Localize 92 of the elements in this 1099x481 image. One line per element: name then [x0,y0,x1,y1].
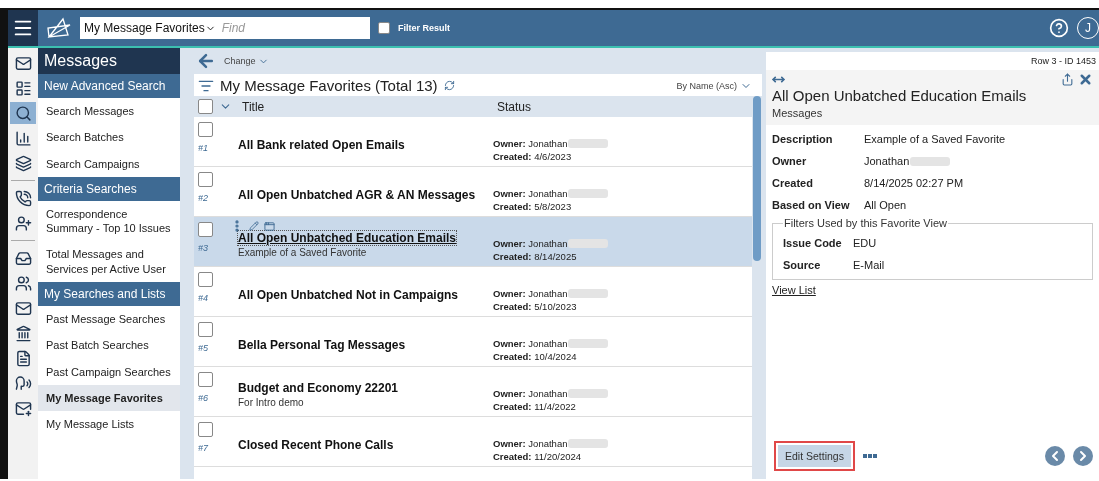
row-checkbox[interactable] [198,222,213,237]
owner-text: Owner: Jonathan [493,388,568,399]
row-checkbox[interactable] [198,322,213,337]
list-title: My Message Favorites (Total 13) [220,77,438,94]
filter-checkbox[interactable] [378,22,390,34]
field-value: Example of a Saved Favorite [864,133,1006,145]
owner-text: Owner: Jonathan [493,238,568,249]
row-number: #1 [198,143,208,153]
owner-text: Owner: Jonathan [493,188,568,199]
row-number: #3 [198,243,208,253]
field-value: All Open [864,199,907,211]
view-select[interactable]: My Message Favorites [84,21,216,35]
field-label: Based on View [772,199,851,211]
column-header[interactable]: Title [242,99,497,114]
change-button[interactable]: Change [224,55,269,67]
logo-icon [46,16,72,40]
redacted-blur [568,139,609,148]
row-checkbox[interactable] [198,372,213,387]
row-number: #4 [198,293,208,303]
row-description: For Intro demo [238,397,304,408]
row-checkbox[interactable] [198,422,213,437]
help-icon[interactable] [1049,18,1069,38]
edit-settings-button[interactable]: Edit Settings [778,445,851,467]
created-text: Created: 5/8/2023 [493,201,573,212]
row-title[interactable]: Budget and Economy 22201 [238,381,399,395]
view-list-link[interactable]: View List [772,284,816,296]
row-title[interactable]: All Bank related Open Emails [238,137,405,152]
row-description: Example of a Saved Favorite [238,247,367,258]
owner-text: Owner: Jonathan [493,438,568,449]
group-header[interactable]: New Advanced Search [38,74,180,98]
more-icon[interactable] [862,454,877,458]
menu-button[interactable] [8,10,38,46]
created-text: Created: 11/20/2024 [493,451,583,462]
next-button[interactable] [1073,446,1093,466]
owner-text: Owner: Jonathan [493,338,568,349]
filter-value: E-Mail [853,259,885,271]
owner-text: Owner: Jonathan [493,288,568,299]
section-title: Messages [38,48,180,74]
detail-title: All Open Unbatched Education Emails [772,87,1028,104]
field-value: Jonathan [864,155,910,167]
row-checkbox[interactable] [198,122,213,137]
row-title[interactable]: All Open Unbatched Not in Campaigns [238,287,458,302]
window-icon[interactable] [264,220,275,232]
group-header[interactable]: Criteria Searches [38,176,180,201]
redacted-blur [568,289,609,298]
select-all-checkbox[interactable] [198,99,213,114]
filter-value: EDU [853,237,877,249]
redacted-blur [568,339,609,348]
field-label: Description [772,133,834,145]
share-icon[interactable] [1061,73,1074,86]
row-number: #2 [198,193,208,203]
field-value: 8/14/2025 02:27 PM [864,177,964,189]
group-header[interactable]: My Searches and Lists [38,282,180,307]
row-number: #5 [198,343,208,353]
edit-icon[interactable] [249,221,259,231]
filter-label: Issue Code [783,237,843,249]
row-checkbox[interactable] [198,172,213,187]
filters-legend: Filters Used by this Favorite View [783,217,949,229]
search-icon[interactable] [10,102,36,124]
redacted-blur [568,389,609,398]
row-number: #7 [198,443,208,453]
row-title[interactable]: Closed Recent Phone Calls [238,437,394,452]
redacted-blur [910,156,951,166]
row-title[interactable]: All Open Unbatched Education Emails [238,231,457,245]
created-text: Created: 11/4/2022 [493,401,577,412]
sidebar-item[interactable]: My Message Favorites [38,384,180,412]
filter-label: Filter Result [398,23,450,33]
detail-subtitle: Messages [772,107,823,119]
back-icon[interactable] [196,51,216,71]
created-text: Created: 5/10/2023 [493,301,578,312]
field-label: Owner [772,155,808,167]
redacted-blur [568,239,609,248]
redacted-blur [568,439,609,448]
close-icon[interactable] [1078,72,1093,87]
list-row[interactable]: #3 All Open Unbatched Education Emails Example of a Saved Favorite Owner: Jonathan Created: 8/14/2025 [194,217,752,267]
row-number: #6 [198,393,208,403]
sort-select[interactable]: By Name (Asc) [670,78,758,93]
column-header[interactable]: Status [497,99,617,114]
row-title[interactable]: Bella Personal Tag Messages [238,337,406,352]
row-title[interactable]: All Open Unbatched AGR & AN Messages [238,187,476,202]
refresh-icon[interactable] [443,80,455,91]
scrollbar[interactable] [752,96,762,479]
created-text: Created: 4/6/2023 [493,151,573,162]
filter-label: Source [783,259,822,271]
redacted-blur [568,189,609,198]
created-text: Created: 10/4/2024 [493,351,578,362]
field-label: Created [772,177,814,189]
owner-text: Owner: Jonathan [493,138,568,149]
previous-button[interactable] [1045,446,1065,466]
row-checkbox[interactable] [198,272,213,287]
search-field[interactable]: My Message Favorites Find [80,17,370,39]
created-text: Created: 8/14/2025 [493,251,578,262]
